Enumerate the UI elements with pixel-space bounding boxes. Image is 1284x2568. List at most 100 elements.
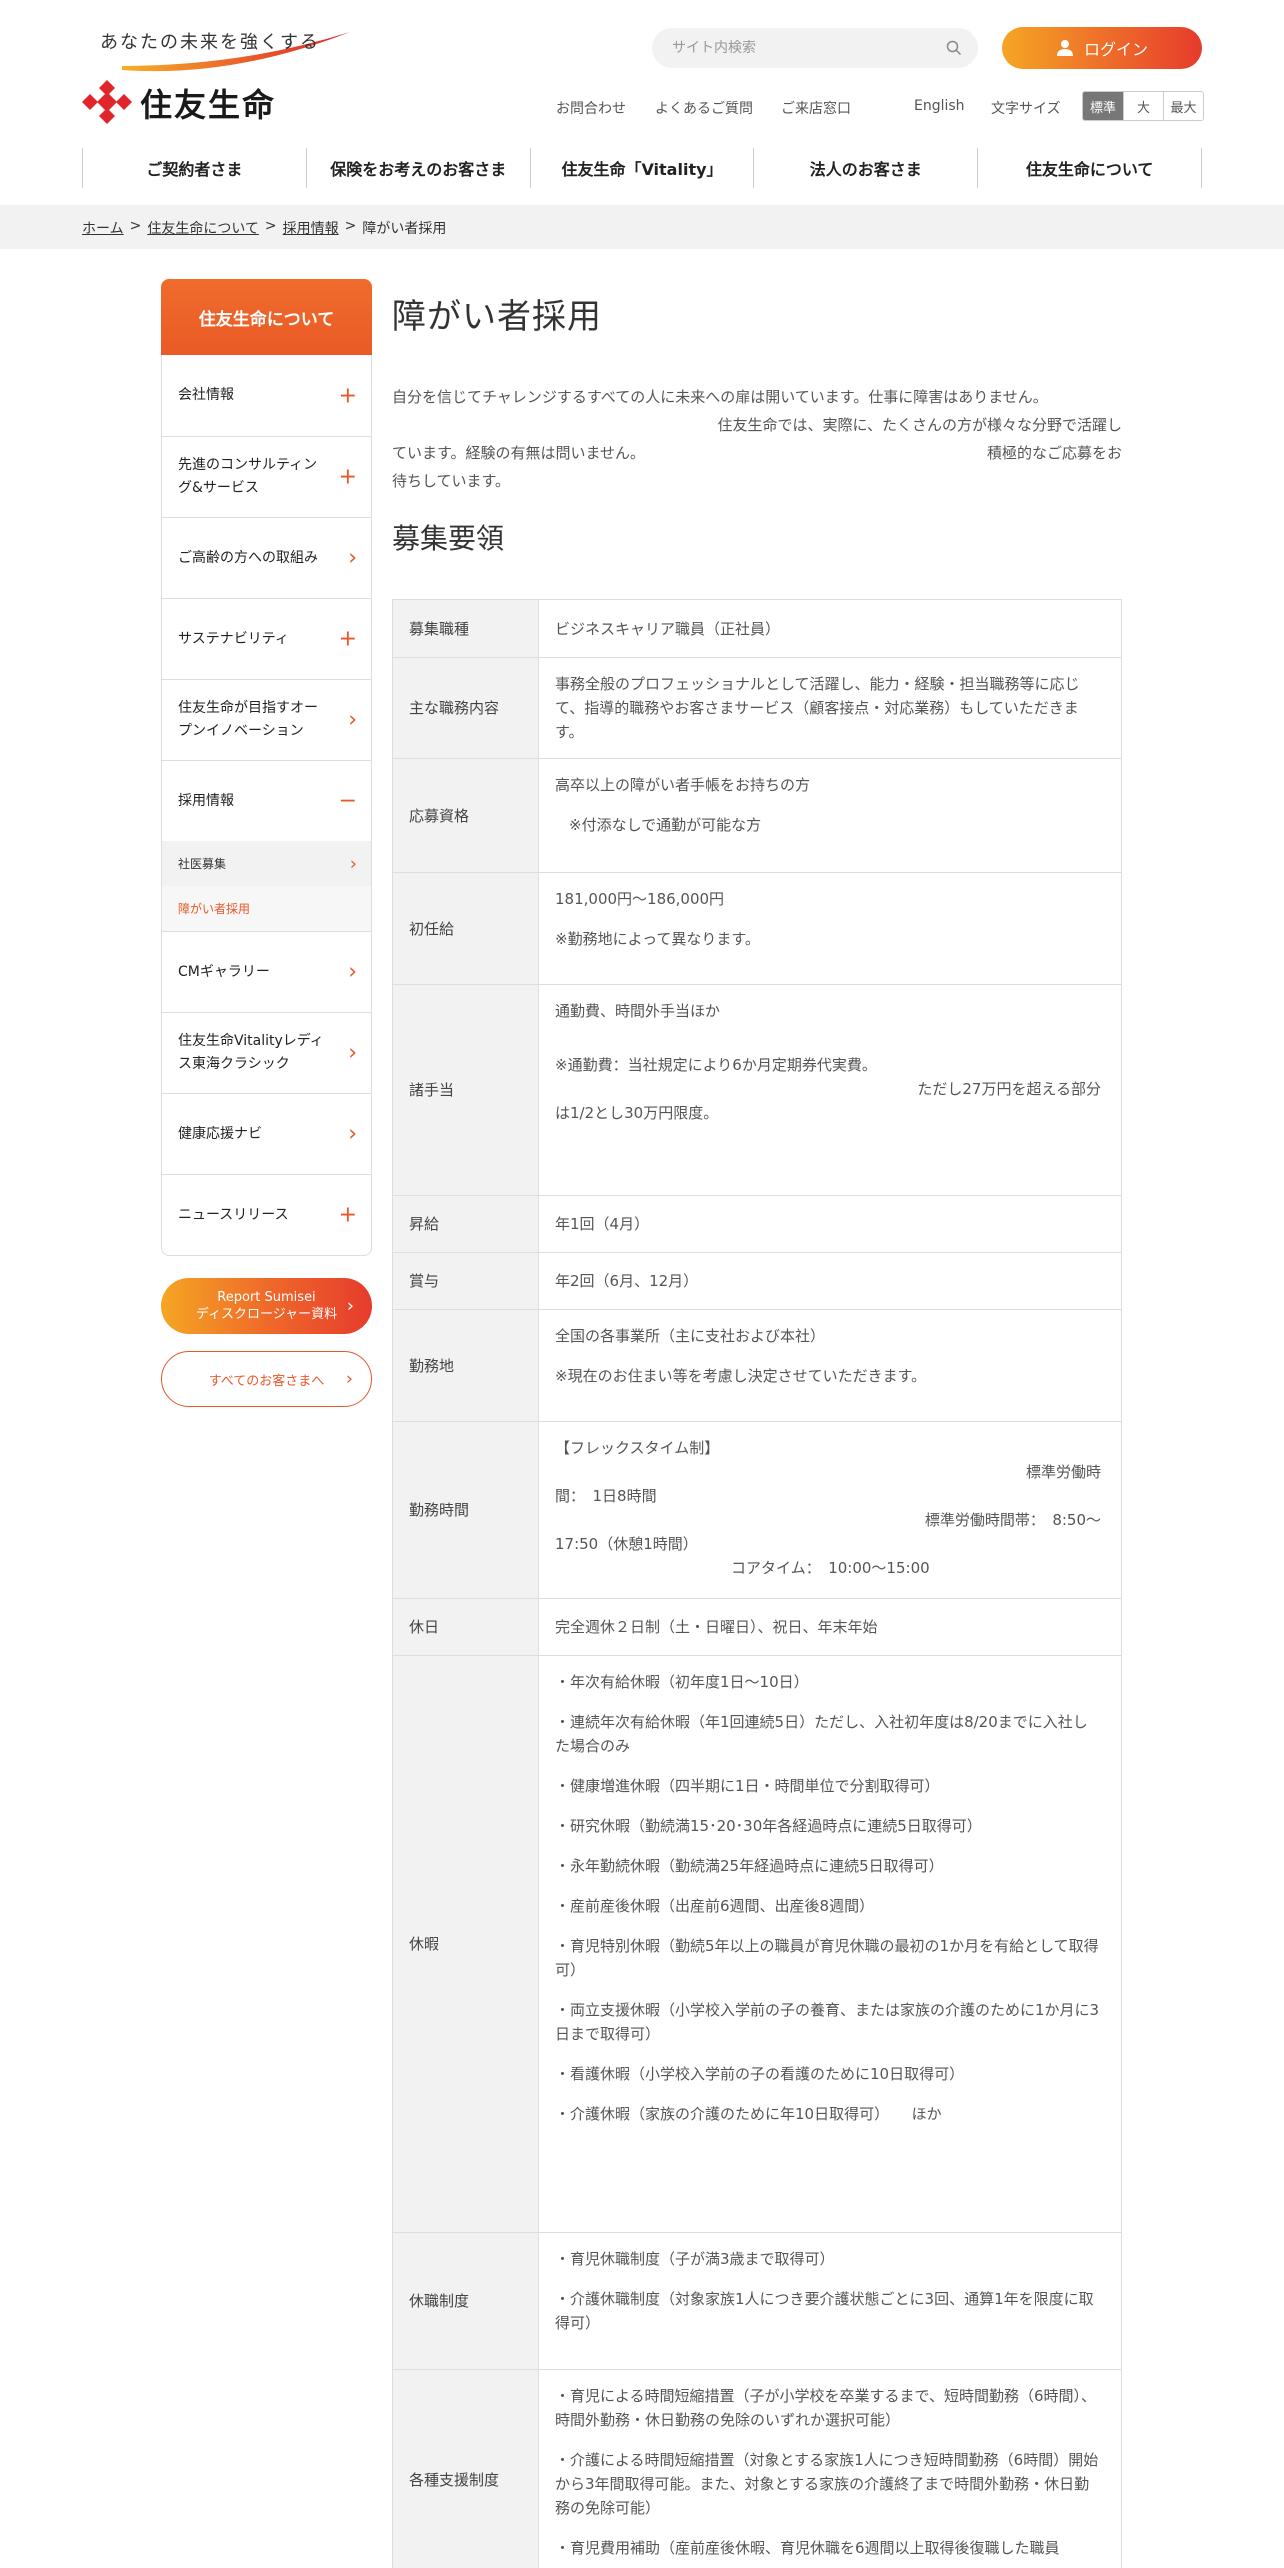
row-label: 休日 bbox=[392, 1598, 539, 1656]
sidebar-item-label: ご高齢の方への取組み bbox=[178, 549, 318, 566]
row-value: 181,000円〜186,000円 ※勤務地によって異なります。 bbox=[538, 872, 1122, 985]
sidebar-item-label: ニュースリリース bbox=[178, 1206, 289, 1223]
login-label: ログイン bbox=[1083, 40, 1148, 59]
sidebar-subitem-label: 障がい者採用 bbox=[178, 902, 251, 916]
intro-line: 自分を信じてチャレンジするすべての人に未来への扉は開いています。仕事に障害はあり… bbox=[392, 388, 1048, 406]
report-sumisei-button[interactable]: Report Sumisei ディスクロージャー資料 › bbox=[161, 1278, 372, 1334]
sidebar-item-label: CMギャラリー bbox=[178, 963, 270, 980]
table-row: 募集職種 ビジネスキャリア職員（正社員） bbox=[392, 599, 1122, 658]
sidebar-item-label: 住友生命が目指すオープンイノベーション bbox=[178, 700, 318, 739]
font-size-switcher: 標準 大 最大 bbox=[1082, 91, 1204, 121]
row-value: ・年次有給休暇（初年度1日〜10日） ・連続年次有給休暇（年1回連続5日）ただし… bbox=[538, 1655, 1122, 2233]
chevron-right-icon: › bbox=[348, 545, 357, 571]
sidebar-item-elderly[interactable]: ご高齢の方への取組み › bbox=[162, 517, 371, 598]
chevron-right-icon: › bbox=[349, 853, 357, 874]
row-value: 高卒以上の障がい者手帳をお持ちの方 ※付添なしで通勤が可能な方 bbox=[538, 758, 1122, 873]
breadcrumb-bar: ホーム > 住友生命について > 採用情報 > 障がい者採用 bbox=[0, 205, 1284, 249]
visit-link[interactable]: ご来店窓口 bbox=[781, 98, 851, 118]
table-row: 休暇 ・年次有給休暇（初年度1日〜10日） ・連続年次有給休暇（年1回連続5日）… bbox=[392, 1655, 1122, 2233]
gnav-about[interactable]: 住友生命について bbox=[977, 148, 1202, 188]
chevron-right-icon: › bbox=[348, 1040, 357, 1066]
breadcrumb-about[interactable]: 住友生命について bbox=[147, 218, 259, 238]
sidebar-item-label: 会社情報 bbox=[178, 387, 234, 403]
table-row: 諸手当 通勤費、時間外手当ほか ※通勤費：当社規定により6か月定期券代実費。 た… bbox=[392, 984, 1122, 1196]
gnav-prospective[interactable]: 保険をお考えのお客さま bbox=[305, 148, 530, 188]
sidebar-item-sustainability[interactable]: サステナビリティ + bbox=[162, 598, 371, 679]
row-label: 勤務地 bbox=[392, 1309, 539, 1422]
sidebar: 住友生命について 会社情報 + 先進のコンサルティング&サービス + ご高齢の方… bbox=[161, 279, 372, 1256]
sidebar-item-cm[interactable]: CMギャラリー › bbox=[162, 931, 371, 1012]
sidebar-item-label: 先進のコンサルティング&サービス bbox=[178, 457, 318, 496]
sidebar-item-consulting[interactable]: 先進のコンサルティング&サービス + bbox=[162, 436, 371, 517]
sidebar-title[interactable]: 住友生命について bbox=[161, 279, 372, 355]
all-customers-button[interactable]: すべてのお客さまへ › bbox=[161, 1351, 372, 1407]
row-value: 通勤費、時間外手当ほか ※通勤費：当社規定により6か月定期券代実費。 ただし27… bbox=[538, 984, 1122, 1196]
breadcrumb-separator: > bbox=[344, 218, 357, 234]
sidebar-item-health[interactable]: 健康応援ナビ › bbox=[162, 1093, 371, 1174]
sidebar-item-label: サステナビリティ bbox=[178, 630, 289, 647]
table-row: 昇給 年1回（4月） bbox=[392, 1195, 1122, 1253]
chevron-right-icon: › bbox=[346, 1295, 354, 1317]
search-input[interactable] bbox=[672, 28, 932, 68]
gnav-contractors[interactable]: ご契約者さま bbox=[82, 148, 306, 188]
breadcrumb-separator: > bbox=[264, 218, 277, 234]
user-icon bbox=[1056, 40, 1073, 56]
font-size-label: 文字サイズ bbox=[991, 101, 1061, 117]
report-line1: Report Sumisei bbox=[217, 1290, 316, 1305]
intro-line: ています。経験の有無は問いません。 積極的なご応募をお bbox=[392, 439, 1122, 467]
gnav-vitality[interactable]: 住友生命「Vitality」 bbox=[529, 148, 754, 188]
sidebar-menu: 会社情報 + 先進のコンサルティング&サービス + ご高齢の方への取組み › サ… bbox=[161, 355, 372, 1256]
main-content: 障がい者採用 自分を信じてチャレンジするすべての人に未来への扉は開いています。仕… bbox=[392, 279, 1122, 2568]
sidebar-subitem-label: 社医募集 bbox=[178, 857, 227, 871]
chevron-right-icon: › bbox=[348, 959, 357, 985]
row-value: 全国の各事業所（主に支社および本社） ※現在のお住まい等を考慮し決定させていただ… bbox=[538, 1309, 1122, 1422]
sidebar-item-label: 採用情報 bbox=[178, 792, 234, 809]
row-label: 休暇 bbox=[392, 1655, 539, 2233]
sidebar-item-company[interactable]: 会社情報 + bbox=[162, 355, 371, 436]
all-customers-label: すべてのお客さまへ bbox=[208, 1373, 325, 1389]
chevron-right-icon: › bbox=[345, 1368, 353, 1390]
breadcrumb-current: 障がい者採用 bbox=[362, 221, 447, 237]
row-label: 休職制度 bbox=[392, 2232, 539, 2370]
font-size-standard[interactable]: 標準 bbox=[1083, 92, 1123, 120]
table-row: 主な職務内容 事務全般のプロフェッショナルとして活躍し、能力・経験・担当職務等に… bbox=[392, 657, 1122, 759]
row-label: 初任給 bbox=[392, 872, 539, 985]
row-value: ・育児による時間短縮措置（子が小学校を卒業するまで、短時間勤務（6時間）、時間外… bbox=[538, 2369, 1122, 2568]
login-button[interactable]: ログイン bbox=[1002, 27, 1202, 69]
plus-icon: + bbox=[338, 383, 357, 408]
row-label: 募集職種 bbox=[392, 599, 539, 658]
row-label: 応募資格 bbox=[392, 758, 539, 873]
row-value: 完全週休２日制（土・日曜日）、祝日、年末年始 bbox=[538, 1598, 1122, 1656]
site-search bbox=[652, 28, 978, 68]
breadcrumb-home[interactable]: ホーム bbox=[82, 218, 124, 238]
plus-icon: + bbox=[338, 1202, 357, 1228]
search-icon[interactable] bbox=[946, 40, 962, 56]
contact-link[interactable]: お問合わせ bbox=[556, 98, 626, 118]
table-row: 各種支援制度 ・育児による時間短縮措置（子が小学校を卒業するまで、短時間勤務（6… bbox=[392, 2369, 1122, 2568]
table-row: 勤務時間 【フレックスタイム制】 標準労働時 間： 1日8時間 標準労働時間帯：… bbox=[392, 1421, 1122, 1599]
table-row: 賞与 年2回（6月、12月） bbox=[392, 1252, 1122, 1310]
gnav-corporate[interactable]: 法人のお客さま bbox=[753, 148, 977, 188]
sidebar-subitem-disability[interactable]: 障がい者採用 bbox=[162, 886, 371, 931]
plus-icon: + bbox=[338, 464, 357, 490]
sidebar-item-innovation[interactable]: 住友生命が目指すオープンイノベーション › bbox=[162, 679, 371, 760]
sidebar-subitem-doctor[interactable]: 社医募集 › bbox=[162, 841, 371, 886]
font-size-max[interactable]: 最大 bbox=[1163, 92, 1203, 120]
section-title: 募集要領 bbox=[392, 522, 505, 555]
english-link[interactable]: English bbox=[914, 98, 965, 114]
sidebar-item-recruit[interactable]: 採用情報 − bbox=[162, 760, 371, 841]
faq-link[interactable]: よくあるご質問 bbox=[655, 98, 753, 118]
logo-wordmark: 住友生命 bbox=[140, 86, 277, 124]
font-size-large[interactable]: 大 bbox=[1123, 92, 1163, 120]
sidebar-item-label: 健康応援ナビ bbox=[178, 1125, 262, 1142]
breadcrumb-separator: > bbox=[129, 218, 142, 234]
table-row: 休職制度 ・育児休職制度（子が満3歳まで取得可） ・介護休職制度（対象家族1人に… bbox=[392, 2232, 1122, 2370]
row-label: 昇給 bbox=[392, 1195, 539, 1253]
page-title: 障がい者採用 bbox=[392, 297, 602, 337]
row-value: ・育児休職制度（子が満3歳まで取得可） ・介護休職制度（対象家族1人につき要介護… bbox=[538, 2232, 1122, 2370]
site-logo[interactable]: あなたの未来を強くする 住友生命 bbox=[82, 28, 352, 128]
row-value: 事務全般のプロフェッショナルとして活躍し、能力・経験・担当職務等に応じて、指導的… bbox=[538, 657, 1122, 759]
sidebar-item-news[interactable]: ニュースリリース + bbox=[162, 1174, 371, 1255]
breadcrumb-recruit[interactable]: 採用情報 bbox=[283, 218, 339, 238]
sidebar-item-golf[interactable]: 住友生命Vitalityレディス東海クラシック › bbox=[162, 1012, 371, 1093]
